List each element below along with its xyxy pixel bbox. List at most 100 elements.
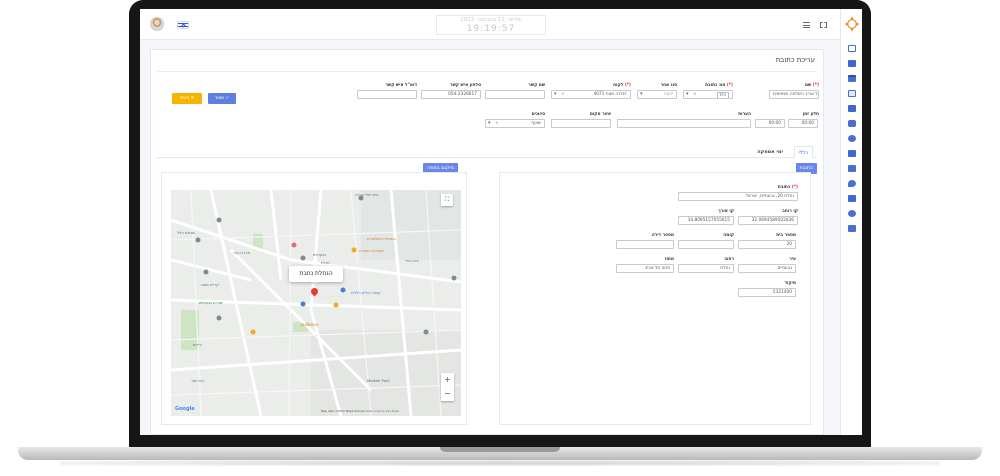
name-label: שם: [805, 83, 812, 88]
contact-name-field: שם קשר: [485, 83, 545, 99]
street-input[interactable]: נחלת: [678, 264, 734, 273]
required-mark: (*): [624, 83, 631, 88]
zoom-in-button[interactable]: +: [441, 373, 454, 387]
monitor-icon[interactable]: [847, 44, 857, 53]
address-type-field: סוג כתובת (*) × בית: [683, 83, 733, 99]
user-avatar[interactable]: [150, 17, 164, 31]
sidebar: [840, 9, 862, 435]
time-from-input[interactable]: 00:00: [788, 119, 818, 128]
classification-select[interactable]: × שוטף: [485, 119, 545, 128]
edit-address-panel: עריכת כתובת שם (*) תל אביב השלמה ושיפוצי…: [150, 49, 824, 435]
cancel-label: ביטול: [179, 96, 190, 101]
clear-icon[interactable]: ×: [495, 120, 499, 127]
save-label: שמור: [214, 96, 225, 101]
tab-supply-days[interactable]: ימי אספקה: [753, 146, 787, 158]
app-screen: שלישי, 12 בנובמבר 2022 19:19:57 עריכת כת…: [140, 9, 862, 435]
address-type-label: סוג כתובת: [705, 83, 726, 88]
hamburger-menu-icon[interactable]: [803, 22, 810, 28]
map-place-label: בית הגדי: [405, 258, 419, 263]
building-icon[interactable]: [847, 104, 857, 113]
district-input[interactable]: מחוז תל אביב: [616, 264, 674, 273]
map-fullscreen-icon[interactable]: ⛶: [441, 194, 453, 206]
address-card: כתובת (*) נחלת 20, גבעתיים, ישראל קו רוח…: [499, 172, 811, 425]
map-place-label: בית חולי ברכה: [355, 192, 379, 197]
zip-label: מיקוד: [784, 281, 796, 286]
book-icon[interactable]: [847, 194, 857, 203]
street-label: רחוב: [724, 257, 734, 262]
customer-field: לקוח (*) × 4071 מלכה ושות': [551, 83, 631, 99]
time-text: 19:19:57: [466, 24, 516, 34]
info-icon[interactable]: [847, 209, 857, 218]
floor-field: קומה: [678, 233, 734, 249]
district-field: מחוז מחוז תל אביב: [616, 257, 674, 273]
street-field: רחוב נחלת: [678, 257, 734, 273]
zoom-out-button[interactable]: −: [441, 387, 454, 401]
divider: [157, 71, 817, 72]
map-place-label: קריית משה: [201, 282, 219, 287]
calendar-icon[interactable]: [847, 74, 857, 83]
other-type-field: סוג אחר לועזי: [637, 83, 677, 99]
map-place-label: Malkiel Park: [367, 378, 390, 383]
longitude-field: קו אורך 34.8095157055615: [678, 209, 734, 225]
truck-icon[interactable]: [847, 119, 857, 128]
clear-icon[interactable]: ×: [561, 91, 565, 98]
settings-flow-icon[interactable]: [847, 149, 857, 158]
laptop-shadow: [60, 460, 940, 466]
city-input[interactable]: גבעתיים: [738, 264, 796, 273]
top-bar: שלישי, 12 בנובמבר 2022 19:19:57: [140, 9, 840, 40]
other-type-select[interactable]: לועזי: [637, 90, 677, 99]
fullscreen-icon[interactable]: [820, 22, 827, 28]
sitemap-icon[interactable]: [847, 164, 857, 173]
classification-label: סיווגים: [531, 112, 545, 117]
map-info-popup: הנחלת נחבת: [289, 266, 343, 283]
map-attribution: Map data ©2022 Mapa GISrael תנאים דווח ע…: [321, 409, 399, 413]
apartment-input[interactable]: [616, 240, 674, 249]
city-label: עיר: [789, 257, 796, 262]
map-zoom-control: + −: [441, 373, 454, 401]
tab-general[interactable]: כללי: [793, 146, 813, 158]
clear-icon[interactable]: ×: [693, 91, 697, 98]
contact-email-input[interactable]: [357, 90, 417, 99]
required-mark: (*): [812, 83, 819, 88]
contact-phone-input[interactable]: 054-2326617: [421, 90, 481, 99]
map-view[interactable]: בית חולי ברכה גבעתיים קריית משה מרכז העי…: [171, 190, 461, 416]
area-input[interactable]: [551, 119, 611, 128]
customer-label: לקוח: [613, 83, 624, 88]
address-type-select[interactable]: × בית: [683, 90, 733, 99]
zip-input[interactable]: 5321400: [738, 288, 796, 297]
app-logo-icon[interactable]: [845, 17, 859, 31]
longitude-label: קו אורך: [718, 209, 734, 214]
customer-select[interactable]: × 4071 מלכה ושות': [551, 90, 631, 99]
latitude-input[interactable]: 32.0694589502036: [738, 216, 798, 225]
save-button[interactable]: שמור ✓: [208, 93, 236, 104]
map-place-label: שדרת גבעתיים: [199, 300, 223, 305]
tools-icon[interactable]: [847, 224, 857, 233]
users-icon[interactable]: [847, 134, 857, 143]
laptop-notch: [440, 447, 560, 452]
contact-name-input[interactable]: [485, 90, 545, 99]
location-pin-icon[interactable]: [847, 179, 857, 188]
time-to-input[interactable]: 00:00: [755, 119, 785, 128]
area-label: אזור מקום: [589, 112, 611, 117]
cancel-button[interactable]: ביטול ✕: [172, 93, 202, 104]
address-input[interactable]: נחלת 20, גבעתיים, ישראל: [678, 192, 798, 201]
contact-phone-label: טלפון איש קשר: [450, 83, 481, 88]
map-place-label: נחלת: [321, 260, 330, 265]
notes-label: הערות: [738, 112, 751, 117]
other-type-label: סוג אחר: [660, 83, 677, 88]
route-icon[interactable]: [847, 59, 857, 68]
israel-flag-icon[interactable]: [177, 21, 189, 29]
map-place-label: גבעתיים: [313, 252, 326, 257]
house-number-label: מספר בית: [776, 233, 796, 238]
map-place-label: מרכז העיר: [233, 250, 251, 255]
apartment-field: מספר דירה: [616, 233, 674, 249]
document-icon[interactable]: [847, 89, 857, 98]
floor-input[interactable]: [678, 240, 734, 249]
required-mark: (*): [726, 83, 733, 88]
name-input[interactable]: תל אביב השלמה ושיפוצים: [769, 90, 819, 99]
longitude-input[interactable]: 34.8095157055615: [678, 216, 734, 225]
contact-email-field: דוא"ל איש קשר: [357, 83, 417, 99]
notes-input[interactable]: [617, 119, 751, 128]
house-number-input[interactable]: 20: [738, 240, 796, 249]
map-place-label: שכונת הלל: [177, 230, 195, 235]
